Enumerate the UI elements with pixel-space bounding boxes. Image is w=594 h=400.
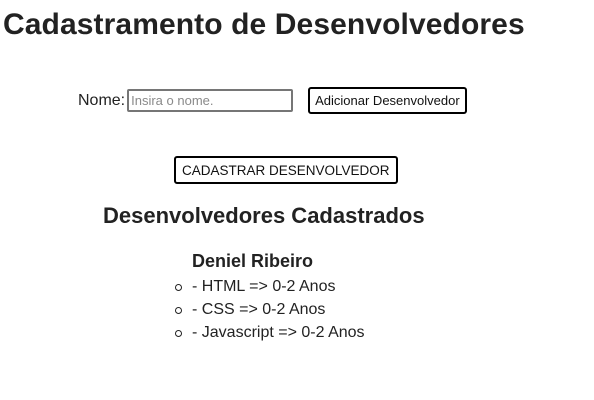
- registered-developers-title: Desenvolvedores Cadastrados: [103, 203, 425, 228]
- circle-bullet-icon: [175, 330, 182, 337]
- skill-item: - CSS => 0-2 Anos: [175, 300, 365, 323]
- circle-bullet-icon: [175, 307, 182, 314]
- developer-skills-list: - HTML => 0-2 Anos - CSS => 0-2 Anos - J…: [175, 277, 365, 346]
- skill-text: - HTML => 0-2 Anos: [192, 278, 336, 295]
- skill-text: - Javascript => 0-2 Anos: [192, 324, 365, 341]
- skill-text: - CSS => 0-2 Anos: [192, 301, 326, 318]
- circle-bullet-icon: [175, 284, 182, 291]
- skill-item: - HTML => 0-2 Anos: [175, 277, 365, 300]
- name-input[interactable]: [127, 89, 294, 112]
- register-developer-button[interactable]: CADASTRAR DESENVOLVEDOR: [174, 156, 398, 184]
- name-label: Nome:: [78, 91, 126, 109]
- skill-item: - Javascript => 0-2 Anos: [175, 323, 365, 346]
- developer-name: Deniel Ribeiro: [192, 251, 314, 271]
- page-title: Cadastramento de Desenvolvedores: [3, 8, 525, 41]
- developer-form: Nome: Adicionar Desenvolvedor: [78, 86, 467, 115]
- add-developer-button[interactable]: Adicionar Desenvolvedor: [308, 87, 467, 114]
